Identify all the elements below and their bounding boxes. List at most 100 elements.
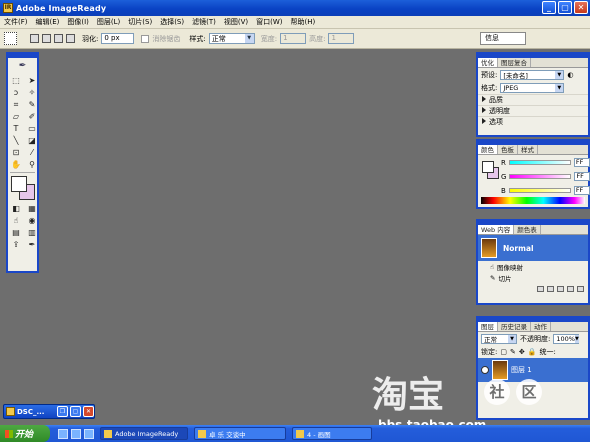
optimize-menu-icon[interactable]: ◐: [567, 71, 573, 79]
width-input[interactable]: 1: [280, 33, 307, 44]
maximize-button[interactable]: ▢: [558, 1, 572, 14]
section-quality[interactable]: 品质: [478, 94, 588, 105]
add-selection-icon[interactable]: [42, 34, 51, 43]
lock-paint-icon[interactable]: ✎: [510, 348, 516, 356]
task-paint[interactable]: 4 - 画图: [292, 427, 372, 440]
duplicate-icon[interactable]: [557, 286, 564, 292]
feather-input[interactable]: 0 px: [101, 33, 135, 44]
screen-mode-icon[interactable]: ▤: [9, 227, 23, 238]
brush-icon[interactable]: ✐: [25, 111, 39, 122]
pen-icon[interactable]: ✒: [25, 239, 39, 250]
start-button[interactable]: 开始: [0, 425, 50, 442]
jump-to-photoshop-icon[interactable]: ⇪: [9, 239, 23, 250]
color-foreground-swatch[interactable]: [482, 161, 494, 173]
tab-layers[interactable]: 图层: [478, 322, 498, 331]
marquee-preset-icon[interactable]: [4, 32, 17, 45]
paint-bucket-icon[interactable]: ◪: [25, 135, 39, 146]
style-select[interactable]: 正常 ▼: [208, 33, 255, 44]
crop-icon[interactable]: ⌗: [9, 99, 23, 110]
format-select[interactable]: JPEG ▼: [500, 82, 565, 93]
blend-mode-select[interactable]: 正常 ▼: [481, 333, 517, 344]
lasso-icon[interactable]: ↄ: [9, 87, 23, 98]
tab-history[interactable]: 历史记录: [498, 322, 531, 331]
new-layer-icon[interactable]: [567, 286, 574, 292]
hand-icon[interactable]: ✋: [9, 159, 23, 170]
slices-row[interactable]: ✎ 切片: [478, 272, 588, 283]
crop-tool-icon[interactable]: ⊡: [9, 147, 23, 158]
new-selection-icon[interactable]: [30, 34, 39, 43]
opacity-input[interactable]: 100% ▼: [553, 333, 580, 344]
section-options[interactable]: 选项: [478, 116, 588, 127]
foreground-color-swatch[interactable]: [11, 176, 27, 192]
red-slider[interactable]: [508, 160, 571, 165]
image-map-row[interactable]: ☝ 图像映射: [478, 261, 588, 272]
tab-actions[interactable]: 动作: [531, 322, 551, 331]
rollover-preview-icon[interactable]: ☝: [9, 215, 23, 226]
create-slice-icon[interactable]: [537, 286, 544, 292]
subtract-selection-icon[interactable]: [54, 34, 63, 43]
menu-filter[interactable]: 滤镜(T): [192, 17, 216, 27]
web-content-item-normal[interactable]: Normal: [478, 235, 588, 261]
color-spectrum-bar[interactable]: [481, 197, 585, 204]
maximize-doc-button[interactable]: ▢: [70, 406, 81, 417]
zoom-icon[interactable]: ⚲: [25, 159, 39, 170]
tab-optimize[interactable]: 优化: [478, 58, 498, 67]
media-player-icon[interactable]: [84, 428, 94, 439]
preview-browser-icon[interactable]: ◉: [25, 215, 39, 226]
lock-move-icon[interactable]: ✥: [519, 348, 525, 356]
tab-web-content[interactable]: Web 内容: [478, 225, 515, 234]
blue-slider[interactable]: [508, 188, 571, 193]
show-desktop-icon[interactable]: [58, 428, 68, 439]
menu-window[interactable]: 窗口(W): [256, 17, 282, 27]
text-tool-icon[interactable]: T: [9, 123, 23, 134]
tab-layer-comps[interactable]: 图层复合: [498, 58, 531, 67]
browser-icon[interactable]: [71, 428, 81, 439]
green-value-input[interactable]: FF: [574, 172, 590, 181]
task-chat[interactable]: 卓 乐 交谈中: [194, 427, 286, 440]
menu-edit[interactable]: 编辑(E): [36, 17, 60, 27]
image-map-visibility-icon[interactable]: ◧: [9, 203, 23, 214]
tab-styles[interactable]: 样式: [518, 145, 538, 154]
menu-layer[interactable]: 图层(L): [97, 17, 120, 27]
close-button[interactable]: ✕: [574, 1, 588, 14]
menu-file[interactable]: 文件(F): [4, 17, 28, 27]
green-slider[interactable]: [509, 174, 572, 179]
imageready-app-icon[interactable]: IR: [3, 3, 13, 13]
full-screen-icon[interactable]: ▥: [25, 227, 39, 238]
preset-select[interactable]: [未命名] ▼: [500, 69, 565, 80]
slice-visibility-icon[interactable]: ▦: [25, 203, 39, 214]
antialias-checkbox[interactable]: [141, 34, 150, 43]
menu-image[interactable]: 图像(I): [67, 17, 89, 27]
restore-button[interactable]: ❐: [57, 406, 68, 417]
menu-slices[interactable]: 切片(S): [128, 17, 152, 27]
intersect-selection-icon[interactable]: [66, 34, 75, 43]
info-palette-tab[interactable]: 信息: [480, 32, 526, 45]
section-transparency[interactable]: 透明度: [478, 105, 588, 116]
task-imageready[interactable]: Adobe ImageReady: [100, 427, 188, 440]
slice-icon[interactable]: ✎: [25, 99, 39, 110]
eyedropper-icon[interactable]: ⁄: [25, 147, 39, 158]
tab-swatches[interactable]: 色板: [498, 145, 518, 154]
minimized-document-window[interactable]: DSC_... ❐ ▢ ✕: [3, 404, 95, 419]
move-tool-icon[interactable]: ➤: [25, 75, 39, 86]
lock-all-icon[interactable]: 🔒: [528, 348, 537, 356]
trash-icon[interactable]: [577, 286, 584, 292]
menu-select[interactable]: 选择(S): [160, 17, 184, 27]
new-rollover-icon[interactable]: [547, 286, 554, 292]
minimize-button[interactable]: _: [542, 1, 556, 14]
menu-help[interactable]: 帮助(H): [291, 17, 316, 27]
toolbox-logo-icon[interactable]: ✒: [8, 58, 37, 74]
tab-color[interactable]: 颜色: [478, 145, 498, 154]
blue-value-input[interactable]: FF: [573, 186, 590, 195]
eraser-icon[interactable]: ▱: [9, 111, 23, 122]
lock-transparency-icon[interactable]: ▢: [500, 348, 507, 356]
height-input[interactable]: 1: [328, 33, 355, 44]
close-doc-button[interactable]: ✕: [83, 406, 94, 417]
magic-wand-icon[interactable]: ✧: [25, 87, 39, 98]
menu-view[interactable]: 视图(V): [224, 17, 248, 27]
tab-color-table[interactable]: 颜色表: [514, 225, 541, 234]
red-value-input[interactable]: FF: [573, 158, 590, 167]
rect-marquee-icon[interactable]: ⬚: [9, 75, 23, 86]
rectangle-shape-icon[interactable]: ▭: [25, 123, 39, 134]
line-tool-icon[interactable]: ╲: [9, 135, 23, 146]
